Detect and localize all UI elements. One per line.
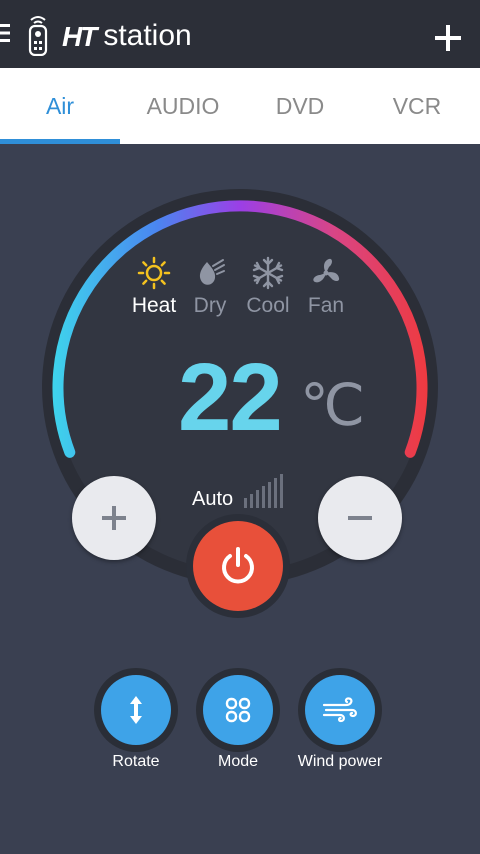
logo-word: station <box>103 19 192 52</box>
wind-power-label: Wind power <box>297 753 383 770</box>
mode-icon <box>225 697 251 723</box>
tab-dvd[interactable]: DVD <box>246 68 354 144</box>
mode-heat[interactable]: Heat <box>122 256 186 318</box>
power-icon <box>222 547 254 584</box>
mode-fan[interactable]: Fan <box>294 256 358 318</box>
fan-icon <box>313 258 340 283</box>
remote-icon <box>28 16 48 56</box>
mode-heat-label: Heat <box>131 294 177 317</box>
wind-power-button-ring <box>298 668 382 752</box>
mode-cool-label: Cool <box>246 294 290 317</box>
temperature-unit: ℃ <box>300 373 366 438</box>
increase-temperature-button[interactable] <box>72 476 156 560</box>
mode-fan-label: Fan <box>307 294 345 317</box>
rotate-label: Rotate <box>112 753 160 770</box>
fan-speed-bars-icon <box>244 474 283 508</box>
logo-mark: HT <box>62 21 97 52</box>
decrease-temperature-button[interactable] <box>318 476 402 560</box>
wind-power-button[interactable] <box>305 675 375 745</box>
plus-icon <box>102 506 126 530</box>
device-tabs: Air AUDIO DVD VCR <box>0 68 480 144</box>
sun-icon <box>137 256 171 290</box>
mode-cool[interactable]: Cool <box>236 256 300 318</box>
temperature-value: 22 <box>178 344 283 451</box>
tab-vcr[interactable]: VCR <box>354 68 480 144</box>
rotate-icon <box>130 696 142 724</box>
app-header: HT station <box>0 0 480 68</box>
power-button[interactable] <box>193 521 283 611</box>
minus-icon <box>348 516 372 520</box>
app-logo: HT station <box>62 18 192 52</box>
rotate-button-ring <box>94 668 178 752</box>
mode-dry[interactable]: Dry <box>178 256 242 318</box>
tab-air[interactable]: Air <box>0 68 120 144</box>
snowflake-icon <box>252 256 284 290</box>
add-icon[interactable] <box>434 24 462 52</box>
mode-button-ring <box>196 668 280 752</box>
mode-dry-label: Dry <box>193 294 227 317</box>
rotate-button[interactable] <box>101 675 171 745</box>
fan-speed-label[interactable]: Auto <box>192 488 233 511</box>
mode-label: Mode <box>217 753 259 770</box>
tab-audio[interactable]: AUDIO <box>120 68 246 144</box>
mode-button[interactable] <box>203 675 273 745</box>
dry-icon <box>199 259 225 285</box>
menu-icon[interactable] <box>0 22 12 44</box>
wind-icon <box>322 697 357 723</box>
